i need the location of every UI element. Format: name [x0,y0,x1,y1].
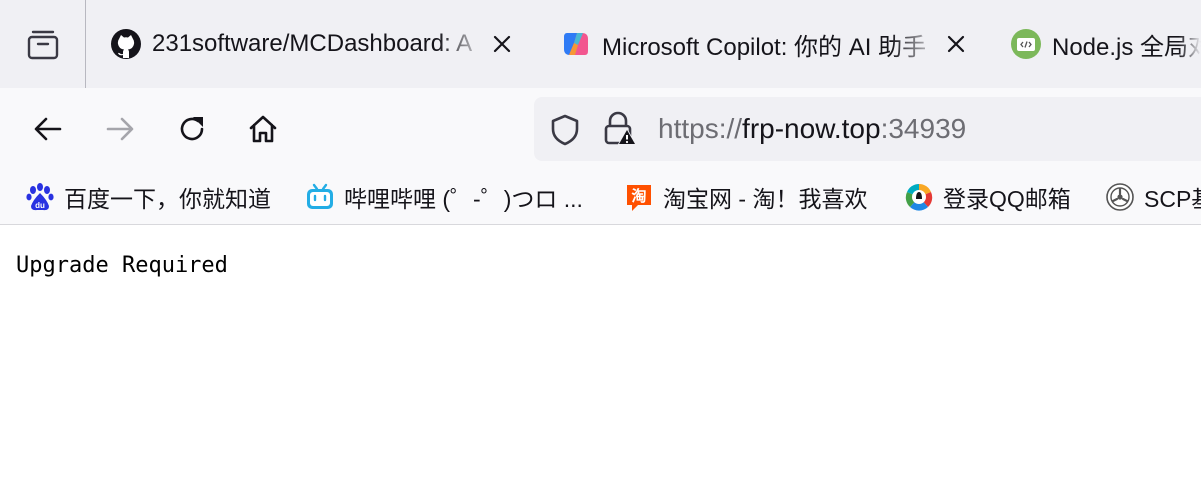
taobao-icon: 淘 [624,182,654,212]
insecure-lock-icon[interactable] [602,111,638,147]
tab-strip: 231software/MCDashboard: A Microsoft Cop… [0,0,1201,88]
shield-icon[interactable] [548,113,582,147]
tab-overview-icon [27,30,58,60]
svg-text:du: du [35,201,45,210]
tab-title: 231software/MCDashboard: A [152,30,473,57]
bookmark-label: 淘宝网 - 淘！我喜欢 [663,186,868,212]
close-icon[interactable] [944,32,968,56]
url-port: :34939 [880,113,967,144]
qq-mail-icon [904,182,934,212]
bookmark-scp[interactable]: SCP基 [1105,181,1201,213]
reload-icon [180,117,204,141]
bookmark-label: 百度一下，你就知道 [64,186,271,212]
tab-mcdashboard[interactable]: 231software/MCDashboard: A [110,0,530,88]
tab-overview-button[interactable] [0,0,85,88]
home-icon [249,115,277,143]
tab-title: Node.js 全局对 [1052,33,1201,61]
github-icon [110,28,142,60]
scp-icon [1105,182,1135,212]
bookmark-label: 登录QQ邮箱 [943,186,1071,212]
arrow-right-icon [106,117,134,141]
home-button[interactable] [243,109,283,149]
bookmark-bilibili[interactable]: 哔哩哔哩 (゜-゜)つロ ... [305,181,583,213]
back-button[interactable] [28,109,68,149]
svg-text:淘: 淘 [630,187,646,205]
copilot-icon [560,28,592,60]
nodejs-docs-icon [1010,28,1042,60]
bookmark-taobao[interactable]: 淘 淘宝网 - 淘！我喜欢 [624,181,867,213]
nav-toolbar: https://frp-now.top:34939 [0,88,1201,170]
url-text[interactable]: https://frp-now.top:34939 [658,113,966,145]
page-content: Upgrade Required [0,225,1201,497]
baidu-icon: du [25,182,55,212]
forward-button[interactable] [100,109,140,149]
tab-nodejs[interactable]: Node.js 全局对 [1010,0,1201,88]
bookmark-baidu[interactable]: du 百度一下，你就知道 [25,181,271,213]
bookmark-label: 哔哩哔哩 (゜-゜)つロ ... [344,186,583,212]
reload-button[interactable] [172,109,212,149]
arrow-left-icon [34,117,62,141]
url-scheme: https:// [658,113,743,144]
tab-title: Microsoft Copilot: 你的 AI 助手 [602,33,927,61]
tab-divider [85,0,86,88]
url-bar[interactable]: https://frp-now.top:34939 [534,97,1201,161]
bookmarks-toolbar: du 百度一下，你就知道 哔哩哔哩 (゜-゜)つロ ... 淘 淘宝网 - 淘！… [0,170,1201,225]
page-body-text: Upgrade Required [16,253,228,278]
bookmark-label: SCP基 [1144,186,1201,212]
bookmark-qq-mail[interactable]: 登录QQ邮箱 [904,181,1071,213]
url-host: frp-now.top [742,113,881,144]
tab-copilot[interactable]: Microsoft Copilot: 你的 AI 助手 [560,0,980,88]
bilibili-icon [305,182,335,212]
browser-window: 231software/MCDashboard: A Microsoft Cop… [0,0,1201,497]
close-icon[interactable] [490,32,514,56]
